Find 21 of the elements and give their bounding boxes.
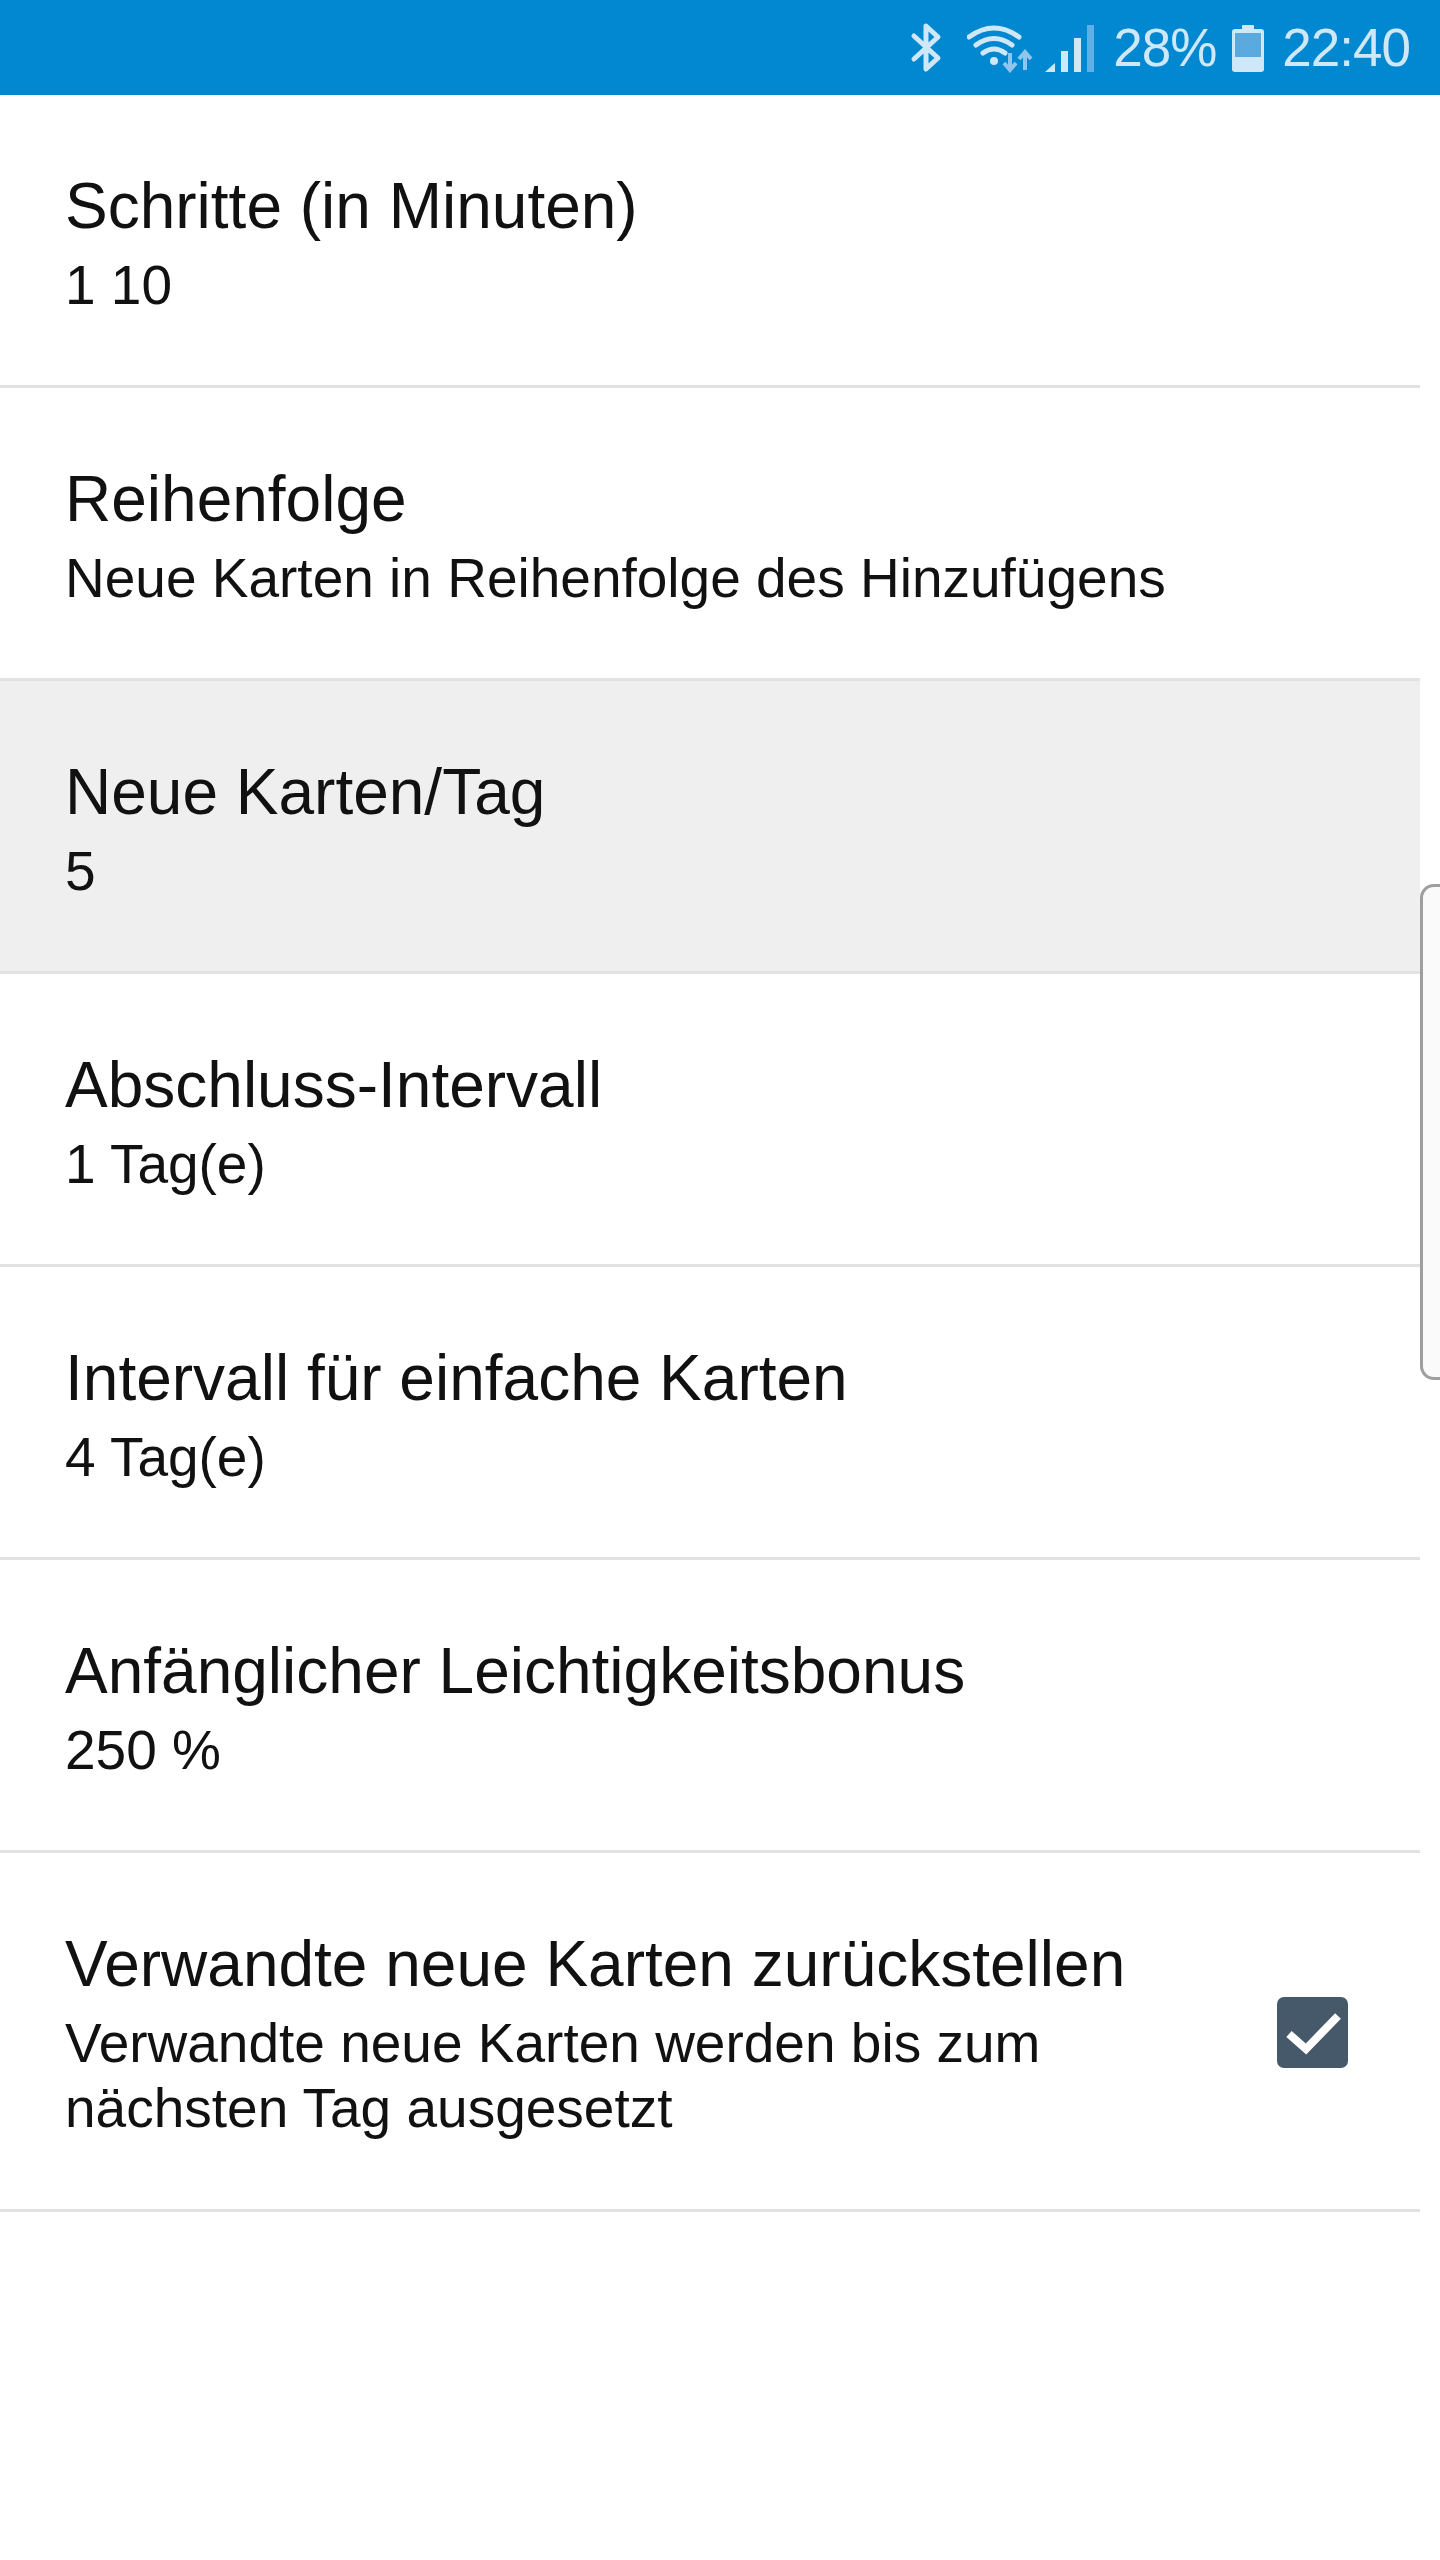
- checkbox[interactable]: [1277, 1997, 1348, 2068]
- preference-row[interactable]: Neue Karten/Tag 5: [0, 681, 1420, 974]
- preference-summary: 1 Tag(e): [65, 1132, 266, 1197]
- preference-summary: Verwandte neue Karten werden bis zum nächsten Tag ausgesetzt: [65, 2011, 1042, 2141]
- wifi-icon: [967, 24, 1034, 73]
- battery-percentage: 28%: [1113, 17, 1217, 78]
- preference-title: Abschluss-Intervall: [65, 1048, 603, 1123]
- signal-icon: [1045, 25, 1096, 72]
- preference-title: Reihenfolge: [65, 462, 407, 537]
- preference-summary: 5: [65, 839, 96, 904]
- preference-title: Neue Karten/Tag: [65, 755, 546, 830]
- preference-summary: 1 10: [65, 253, 173, 318]
- preference-title: Schritte (in Minuten): [65, 169, 638, 244]
- preference-summary: Neue Karten in Reihenfolge des Hinzufügens: [65, 546, 1166, 611]
- preference-summary: 4 Tag(e): [65, 1425, 266, 1490]
- battery-icon: [1232, 25, 1265, 72]
- clock: 22:40: [1282, 17, 1410, 78]
- preference-title: Intervall für einfache Karten: [65, 1341, 848, 1416]
- preference-title: Anfänglicher Leichtigkeitsbonus: [65, 1634, 966, 1709]
- preference-summary: 250 %: [65, 1718, 221, 1783]
- preference-title: Verwandte neue Karten zurückstellen: [65, 1927, 1126, 2002]
